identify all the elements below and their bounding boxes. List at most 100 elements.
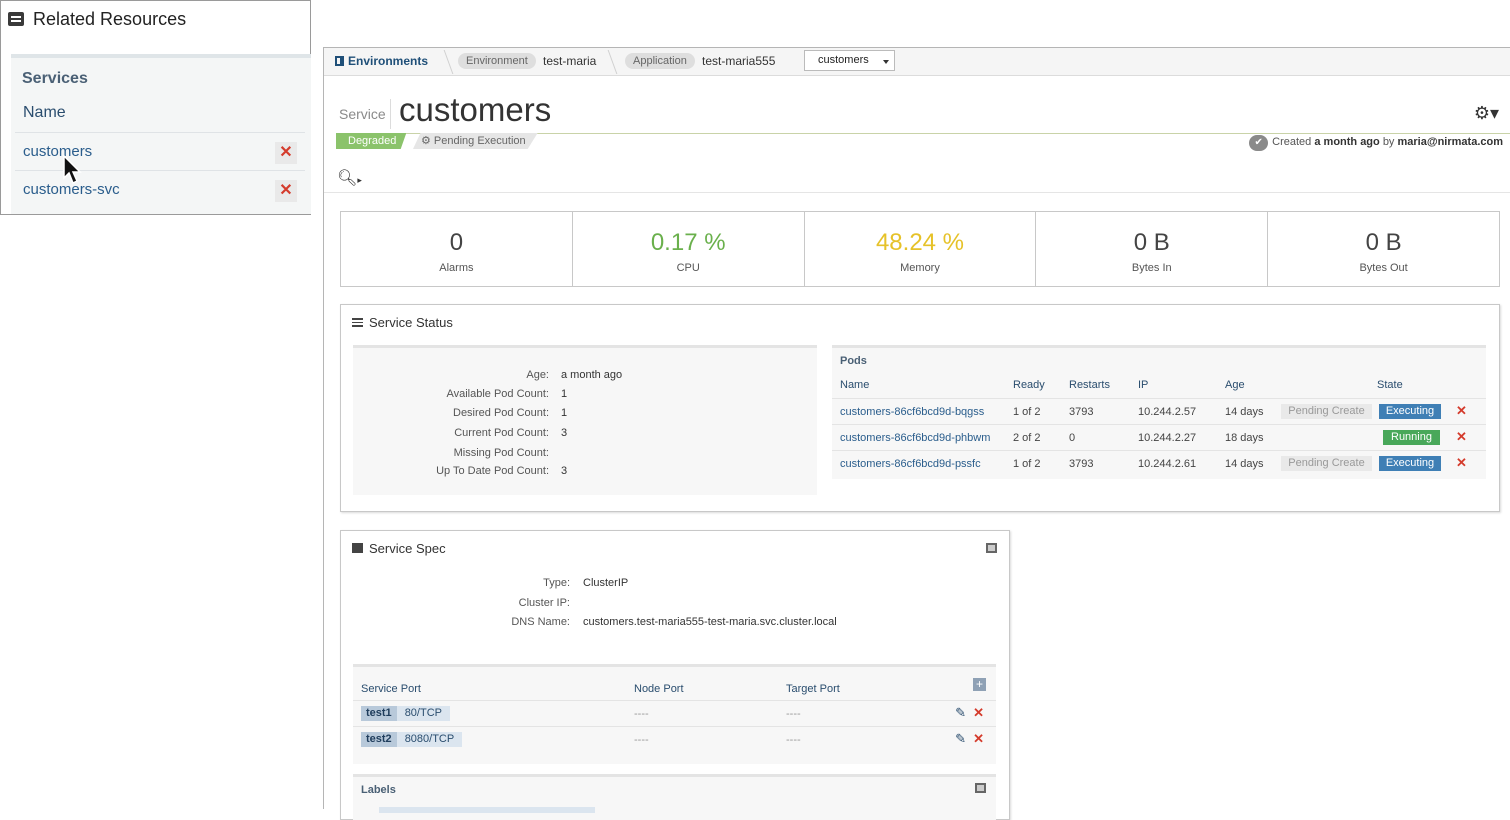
state-badge: Running <box>1383 430 1440 445</box>
service-select[interactable]: customers <box>804 50 895 71</box>
services-heading: Services <box>22 70 88 87</box>
environment-value[interactable]: test-maria <box>543 53 596 69</box>
delete-icon[interactable]: ✕ <box>1456 403 1467 419</box>
edit-icon[interactable]: ✎ <box>955 705 966 721</box>
field-label: Up To Date Pod Count: <box>436 465 549 477</box>
column-header: Node Port <box>634 683 684 695</box>
created-by-word: by <box>1382 136 1395 148</box>
metric-value: 0.17 % <box>650 229 726 256</box>
field-label: Cluster IP: <box>518 597 570 609</box>
pod-age: 18 days <box>1225 432 1264 444</box>
port-tag: test2 8080/TCP <box>361 732 463 747</box>
column-header: Ready <box>1013 379 1045 391</box>
metric-alarms: 0 Alarms <box>341 212 573 286</box>
copy-icon[interactable] <box>975 783 986 793</box>
book-icon <box>335 56 344 66</box>
column-header: State <box>1377 379 1403 391</box>
label-tag <box>379 807 595 813</box>
field-value: ClusterIP <box>583 577 629 589</box>
gear-icon[interactable]: ⚙▾ <box>1474 103 1499 124</box>
pod-link[interactable]: customers-86cf6bcd9d-phbwm <box>840 432 990 444</box>
pod-restarts: 3793 <box>1069 406 1094 418</box>
application-value[interactable]: test-maria555 <box>702 53 775 69</box>
pod-ready: 2 of 2 <box>1013 432 1041 444</box>
services-section: Services Name customers ✕ customers-svc … <box>11 54 311 214</box>
labels-title: Labels <box>361 784 396 796</box>
created-when: a month ago <box>1314 136 1380 148</box>
mouse-cursor-icon <box>63 155 82 185</box>
pod-ready: 1 of 2 <box>1013 458 1041 470</box>
table-row: test2 8080/TCP ---- ---- ✎ ✕ <box>353 726 996 752</box>
remove-icon[interactable]: ✕ <box>275 142 297 164</box>
field-label: Available Pod Count: <box>446 388 549 400</box>
metric-value: 48.24 % <box>875 229 965 256</box>
delete-icon[interactable]: ✕ <box>973 705 984 721</box>
metric-label: Bytes In <box>1131 262 1172 274</box>
metric-memory: 48.24 % Memory <box>805 212 1037 286</box>
service-select-value: customers <box>818 54 869 66</box>
environments-link[interactable]: Environments <box>335 54 428 68</box>
metric-bytes-in: 0 B Bytes In <box>1036 212 1269 286</box>
environment-tag: Environment <box>458 53 536 69</box>
metric-bytes-out: 0 B Bytes Out <box>1268 212 1499 286</box>
metric-label: Alarms <box>439 262 474 274</box>
delete-icon[interactable]: ✕ <box>1456 455 1467 471</box>
pod-link[interactable]: customers-86cf6bcd9d-bqgss <box>840 406 984 418</box>
service-status-title: Service Status <box>369 315 453 330</box>
add-port-icon[interactable]: + <box>973 678 986 691</box>
pending-label: Pending Execution <box>433 135 526 147</box>
metrics-bar: 0 Alarms 0.17 % CPU 48.24 % Memory 0 B B… <box>340 211 1500 287</box>
pod-restarts: 3793 <box>1069 458 1094 470</box>
divider <box>324 192 1510 193</box>
port-name: test2 <box>361 732 397 747</box>
pods-table: Pods Name Ready Restarts IP Age State cu… <box>832 345 1486 479</box>
app-window: Environments Environment test-maria Appl… <box>323 47 1510 820</box>
column-header: Age <box>1225 379 1245 391</box>
edit-icon[interactable]: ✎ <box>955 731 966 747</box>
service-spec-title: Service Spec <box>369 541 446 556</box>
table-row: customers-86cf6bcd9d-phbwm 2 of 2 0 10.2… <box>832 424 1486 450</box>
list-item: customers ✕ <box>15 132 305 170</box>
metric-value: 0 B <box>1365 229 1402 256</box>
target-port-value: ---- <box>786 708 801 720</box>
environments-label: Environments <box>348 54 429 68</box>
field-label: Age: <box>526 369 549 381</box>
pod-age: 14 days <box>1225 458 1264 470</box>
page-header: Service customers ⚙▾ Degraded ⚙ Pending … <box>324 76 1510 193</box>
pod-ready: 1 of 2 <box>1013 406 1041 418</box>
port-tag: test1 80/TCP <box>361 706 450 721</box>
field-value: 3 <box>561 427 568 439</box>
delete-icon[interactable]: ✕ <box>1456 429 1467 445</box>
remove-icon[interactable]: ✕ <box>275 180 297 202</box>
column-header: IP <box>1138 379 1149 391</box>
field-label: Current Pod Count: <box>454 427 549 439</box>
chevron-down-icon <box>883 60 889 64</box>
target-port-value: ---- <box>786 734 801 746</box>
table-row: customers-86cf6bcd9d-pssfc 1 of 2 3793 1… <box>832 450 1486 476</box>
state-badge: Executing <box>1379 404 1441 419</box>
breadcrumb-separator <box>607 50 618 74</box>
breadcrumb-separator <box>443 50 454 74</box>
metric-label: CPU <box>676 262 700 274</box>
copy-icon[interactable] <box>986 543 997 553</box>
labels-section: Labels <box>353 774 996 820</box>
port-name: test1 <box>361 706 397 721</box>
related-resources-panel: Related Resources Services Name customer… <box>0 0 311 215</box>
node-port-value: ---- <box>634 734 649 746</box>
metric-cpu: 0.17 % CPU <box>573 212 805 286</box>
pod-link[interactable]: customers-86cf6bcd9d-pssfc <box>840 458 981 470</box>
spec-icon <box>352 543 363 553</box>
application-tag: Application <box>625 53 695 69</box>
pod-ip: 10.244.2.57 <box>1138 406 1197 418</box>
search-icon[interactable]: 🔍︎▸ <box>337 168 362 188</box>
name-column-header: Name <box>23 104 66 121</box>
port-value: 80/TCP <box>404 707 442 719</box>
metric-value: 0 <box>449 229 464 256</box>
field-value: 1 <box>561 407 568 419</box>
pod-restarts: 0 <box>1069 432 1076 444</box>
state-badge: Executing <box>1379 456 1441 471</box>
service-spec-panel: Service Spec Type: ClusterIP Cluster IP:… <box>340 530 1010 820</box>
node-port-value: ---- <box>634 708 649 720</box>
delete-icon[interactable]: ✕ <box>973 731 984 747</box>
pods-title: Pods <box>840 355 867 367</box>
